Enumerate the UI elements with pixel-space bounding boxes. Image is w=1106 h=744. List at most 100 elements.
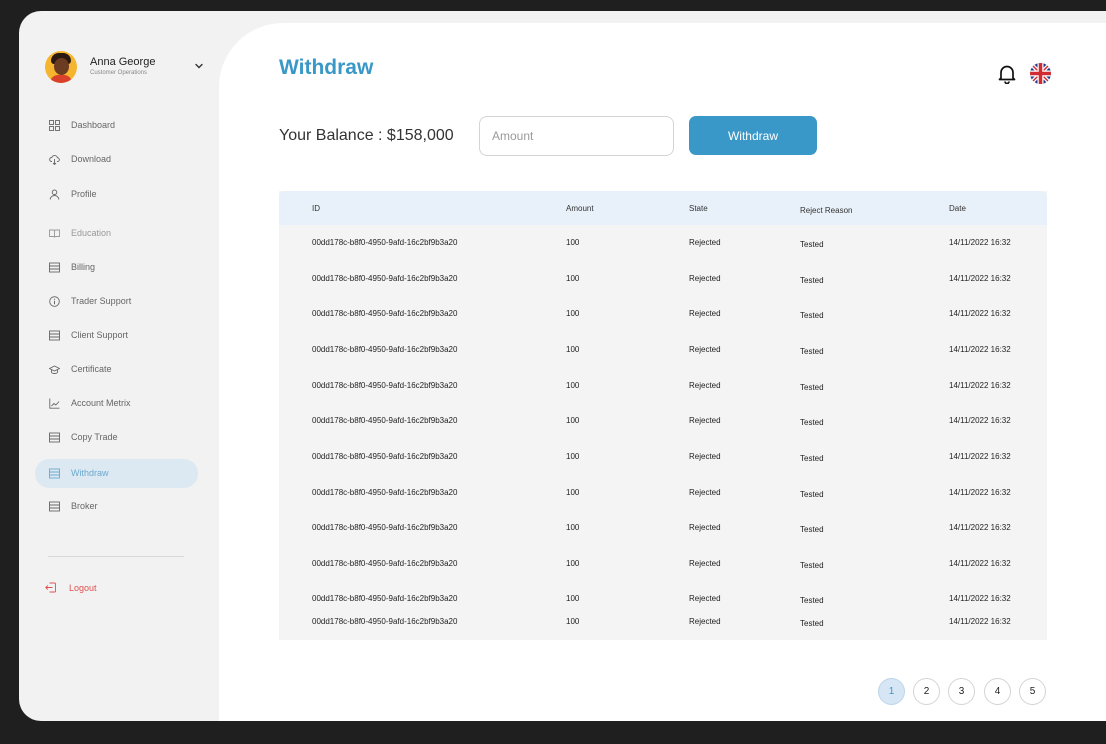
sidebar-item-label: Trader Support (71, 296, 132, 306)
table-row[interactable]: 00dd178c-b8f0-4950-9afd-16c2bf9b3a20 100… (279, 309, 1047, 329)
amount-input[interactable] (479, 116, 674, 156)
sidebar-item-broker[interactable]: Broker (35, 492, 198, 521)
cell-amount: 100 (566, 617, 580, 626)
cell-reject-reason: Tested (800, 490, 824, 499)
cell-amount: 100 (566, 594, 580, 603)
cell-date: 14/11/2022 16:32 (949, 594, 1011, 603)
cell-id: 00dd178c-b8f0-4950-9afd-16c2bf9b3a20 (312, 416, 458, 425)
cell-reject-reason: Tested (800, 347, 824, 356)
sidebar-item-label: Dashboard (71, 120, 116, 130)
page-button-3[interactable]: 3 (948, 678, 975, 705)
sidebar-item-label: Broker (71, 501, 98, 511)
cell-date: 14/11/2022 16:32 (949, 274, 1011, 283)
cell-date: 14/11/2022 16:32 (949, 452, 1011, 461)
user-menu[interactable]: Anna George Customer Operations (45, 51, 205, 85)
sidebar-item-withdraw[interactable]: Withdraw (35, 459, 198, 488)
page-button-5[interactable]: 5 (1019, 678, 1046, 705)
sidebar-item-copy-trade[interactable]: Copy Trade (35, 423, 198, 452)
sidebar-item-label: Education (71, 228, 112, 238)
table-row[interactable]: 00dd178c-b8f0-4950-9afd-16c2bf9b3a20 100… (279, 452, 1047, 472)
sidebar-item-label: Client Support (71, 330, 129, 340)
cell-amount: 100 (566, 381, 580, 390)
page-button-4[interactable]: 4 (984, 678, 1011, 705)
page-button-2[interactable]: 2 (913, 678, 940, 705)
table-row[interactable]: 00dd178c-b8f0-4950-9afd-16c2bf9b3a20 100… (279, 617, 1047, 637)
table-row[interactable]: 00dd178c-b8f0-4950-9afd-16c2bf9b3a20 100… (279, 559, 1047, 579)
table-row[interactable]: 00dd178c-b8f0-4950-9afd-16c2bf9b3a20 100… (279, 345, 1047, 365)
cell-state: Rejected (689, 381, 721, 390)
column-header-id: ID (312, 204, 320, 213)
sidebar-item-label: Profile (71, 189, 97, 199)
cell-amount: 100 (566, 345, 580, 354)
logout-label: Logout (69, 583, 97, 593)
sidebar-item-trader-support[interactable]: Trader Support (35, 287, 198, 316)
chevron-down-icon[interactable] (193, 60, 205, 72)
sidebar-item-profile[interactable]: Profile (35, 180, 198, 209)
table-row[interactable]: 00dd178c-b8f0-4950-9afd-16c2bf9b3a20 100… (279, 238, 1047, 258)
column-header-date: Date (949, 204, 966, 213)
logout-button[interactable]: Logout (45, 580, 125, 596)
cell-state: Rejected (689, 488, 721, 497)
sidebar-item-account-metrix[interactable]: Account Metrix (35, 389, 198, 418)
cell-id: 00dd178c-b8f0-4950-9afd-16c2bf9b3a20 (312, 594, 458, 603)
cell-amount: 100 (566, 488, 580, 497)
sidebar-item-label: Download (71, 154, 112, 164)
column-header-state: State (689, 204, 708, 213)
sidebar-item-dashboard[interactable]: Dashboard (35, 111, 198, 140)
sidebar-item-label: Account Metrix (71, 398, 131, 408)
cell-amount: 100 (566, 452, 580, 461)
cell-id: 00dd178c-b8f0-4950-9afd-16c2bf9b3a20 (312, 345, 458, 354)
cell-amount: 100 (566, 238, 580, 247)
withdraw-button[interactable]: Withdraw (689, 116, 817, 155)
table-row[interactable]: 00dd178c-b8f0-4950-9afd-16c2bf9b3a20 100… (279, 594, 1047, 614)
user-name: Anna George (90, 56, 156, 68)
table-row[interactable]: 00dd178c-b8f0-4950-9afd-16c2bf9b3a20 100… (279, 274, 1047, 294)
sidebar-item-education[interactable]: Education (35, 219, 198, 248)
cell-state: Rejected (689, 559, 721, 568)
list-icon (49, 432, 60, 443)
cell-reject-reason: Tested (800, 619, 824, 628)
cell-state: Rejected (689, 452, 721, 461)
table-row[interactable]: 00dd178c-b8f0-4950-9afd-16c2bf9b3a20 100… (279, 523, 1047, 543)
balance-label: Your Balance : $158,000 (279, 127, 454, 144)
cell-id: 00dd178c-b8f0-4950-9afd-16c2bf9b3a20 (312, 274, 458, 283)
cell-date: 14/11/2022 16:32 (949, 523, 1011, 532)
table-row[interactable]: 00dd178c-b8f0-4950-9afd-16c2bf9b3a20 100… (279, 488, 1047, 508)
page-button-1[interactable]: 1 (878, 678, 905, 705)
list-icon (49, 262, 60, 273)
logout-icon (45, 582, 56, 593)
cell-date: 14/11/2022 16:32 (949, 381, 1011, 390)
cell-id: 00dd178c-b8f0-4950-9afd-16c2bf9b3a20 (312, 617, 458, 626)
page-title: Withdraw (279, 56, 374, 79)
cell-reject-reason: Tested (800, 240, 824, 249)
uk-flag-icon[interactable] (1030, 63, 1051, 84)
cell-date: 14/11/2022 16:32 (949, 309, 1011, 318)
table-row[interactable]: 00dd178c-b8f0-4950-9afd-16c2bf9b3a20 100… (279, 416, 1047, 436)
cell-state: Rejected (689, 309, 721, 318)
cell-reject-reason: Tested (800, 596, 824, 605)
column-header-reject-reason: Reject Reason (800, 206, 853, 215)
sidebar-item-certificate[interactable]: Certificate (35, 355, 198, 384)
cell-state: Rejected (689, 238, 721, 247)
sidebar-item-label: Billing (71, 262, 96, 272)
cell-state: Rejected (689, 345, 721, 354)
cell-amount: 100 (566, 309, 580, 318)
graduation-cap-icon (49, 365, 60, 374)
cell-state: Rejected (689, 523, 721, 532)
cell-amount: 100 (566, 274, 580, 283)
table-header: ID Amount State Reject Reason Date (279, 191, 1047, 225)
cell-amount: 100 (566, 416, 580, 425)
table-row[interactable]: 00dd178c-b8f0-4950-9afd-16c2bf9b3a20 100… (279, 381, 1047, 401)
cell-state: Rejected (689, 617, 721, 626)
cell-id: 00dd178c-b8f0-4950-9afd-16c2bf9b3a20 (312, 381, 458, 390)
cell-id: 00dd178c-b8f0-4950-9afd-16c2bf9b3a20 (312, 523, 458, 532)
withdraw-table: ID Amount State Reject Reason Date 00dd1… (279, 191, 1047, 640)
sidebar-item-download[interactable]: Download (35, 145, 198, 174)
sidebar-item-client-support[interactable]: Client Support (35, 321, 198, 350)
sidebar-item-billing[interactable]: Billing (35, 253, 198, 282)
list-icon (49, 468, 60, 479)
cloud-download-icon (49, 155, 60, 165)
cell-amount: 100 (566, 559, 580, 568)
bell-icon[interactable] (998, 64, 1016, 84)
user-role: Customer Operations (90, 70, 148, 76)
